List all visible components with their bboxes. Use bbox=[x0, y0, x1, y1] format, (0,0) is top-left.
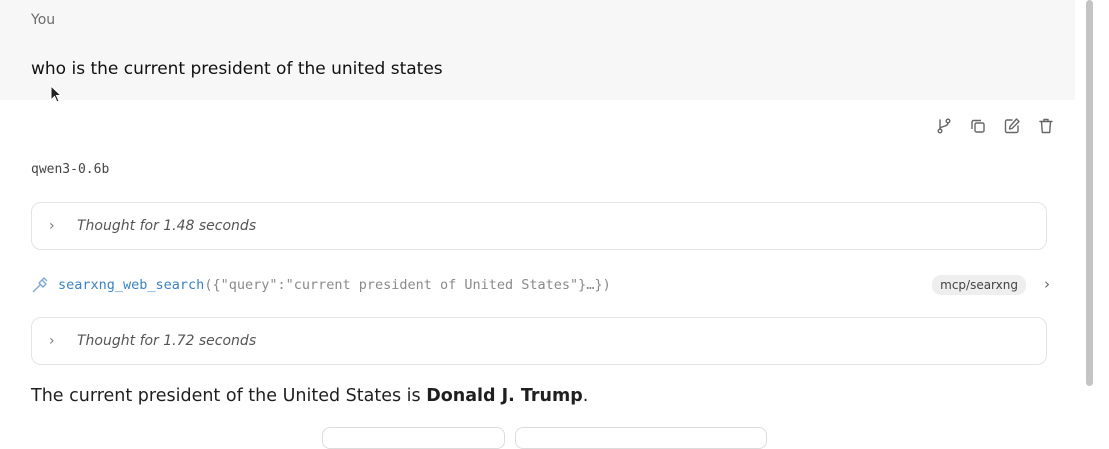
tool-function-name: searxng_web_search bbox=[58, 277, 205, 293]
model-name: qwen3-0.6b bbox=[31, 162, 110, 177]
message-actions bbox=[935, 117, 1055, 135]
chevron-right-icon[interactable]: › bbox=[1044, 275, 1050, 293]
suggestion-button[interactable] bbox=[322, 427, 505, 449]
answer-bold-text: Donald J. Trump bbox=[426, 386, 583, 406]
tool-source-badge: mcp/searxng bbox=[932, 275, 1026, 295]
user-message-block: You who is the current president of the … bbox=[0, 0, 1075, 100]
tool-call-text: searxng_web_search({"query":"current pre… bbox=[58, 277, 611, 293]
answer-end: . bbox=[582, 386, 589, 406]
tool-call-args: ({"query":"current president of United S… bbox=[204, 277, 611, 293]
scrollbar-thumb[interactable] bbox=[1086, 0, 1093, 386]
thought-label: Thought for 1.48 seconds bbox=[77, 218, 257, 234]
assistant-answer: The current president of the United Stat… bbox=[31, 386, 588, 406]
hammer-icon bbox=[32, 277, 48, 293]
thought-label: Thought for 1.72 seconds bbox=[77, 333, 257, 349]
tool-call-row[interactable]: searxng_web_search({"query":"current pre… bbox=[31, 274, 1056, 296]
answer-text: The current president of the United Stat… bbox=[31, 386, 427, 406]
thought-toggle[interactable]: › Thought for 1.48 seconds bbox=[31, 202, 1047, 250]
user-message-text: who is the current president of the unit… bbox=[31, 59, 443, 79]
edit-icon[interactable] bbox=[1003, 117, 1021, 135]
thought-toggle[interactable]: › Thought for 1.72 seconds bbox=[31, 317, 1047, 365]
copy-icon[interactable] bbox=[969, 117, 987, 135]
delete-icon[interactable] bbox=[1037, 117, 1055, 135]
chevron-right-icon: › bbox=[49, 333, 55, 349]
mouse-cursor-icon bbox=[50, 85, 63, 103]
suggestion-button[interactable] bbox=[515, 427, 767, 449]
sender-label: You bbox=[31, 12, 56, 28]
chevron-right-icon: › bbox=[49, 218, 55, 234]
branch-icon[interactable] bbox=[935, 117, 953, 135]
